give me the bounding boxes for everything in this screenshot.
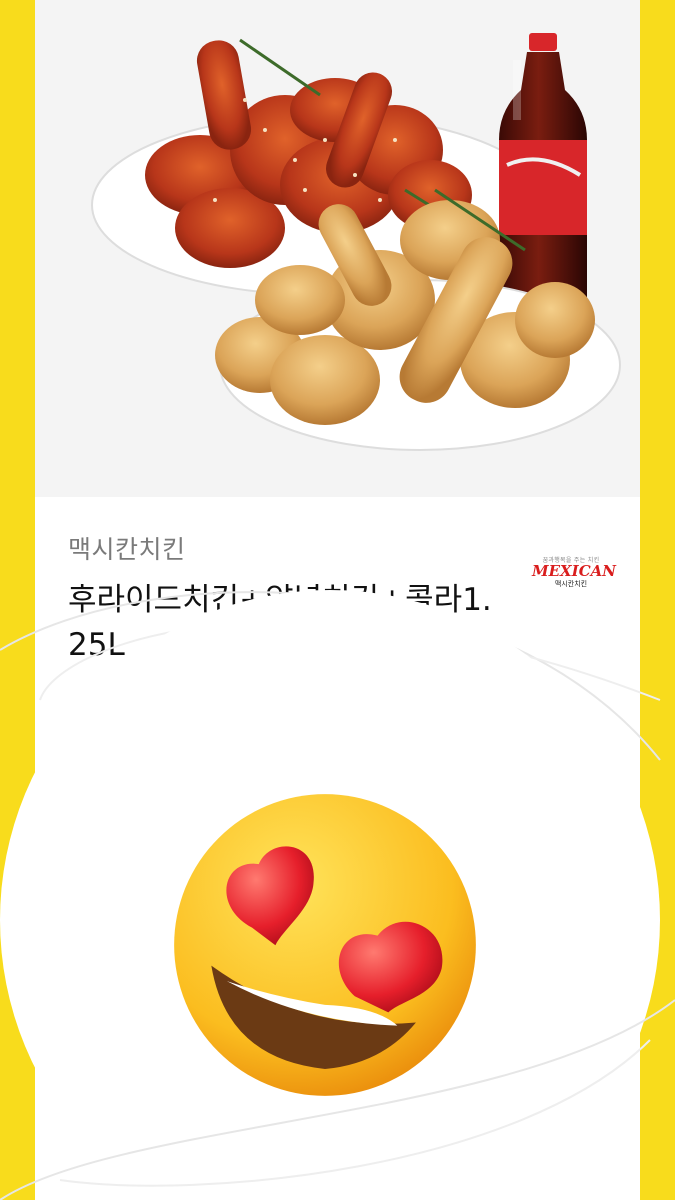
product-brand: 맥시칸치킨 xyxy=(68,535,186,564)
mexican-chicken-logo: 꿈과행복을 주는 치킨 MEXICAN 맥시칸치킨 xyxy=(532,555,616,593)
logo-name: MEXICAN xyxy=(532,562,616,580)
heart-eyes-emoji-icon xyxy=(174,794,476,1096)
product-image[interactable] xyxy=(35,0,640,497)
product-title[interactable]: 후라이드치킨+양념치킨+콜라1.25L xyxy=(68,578,508,668)
logo-sub: 맥시칸치킨 xyxy=(554,580,588,588)
